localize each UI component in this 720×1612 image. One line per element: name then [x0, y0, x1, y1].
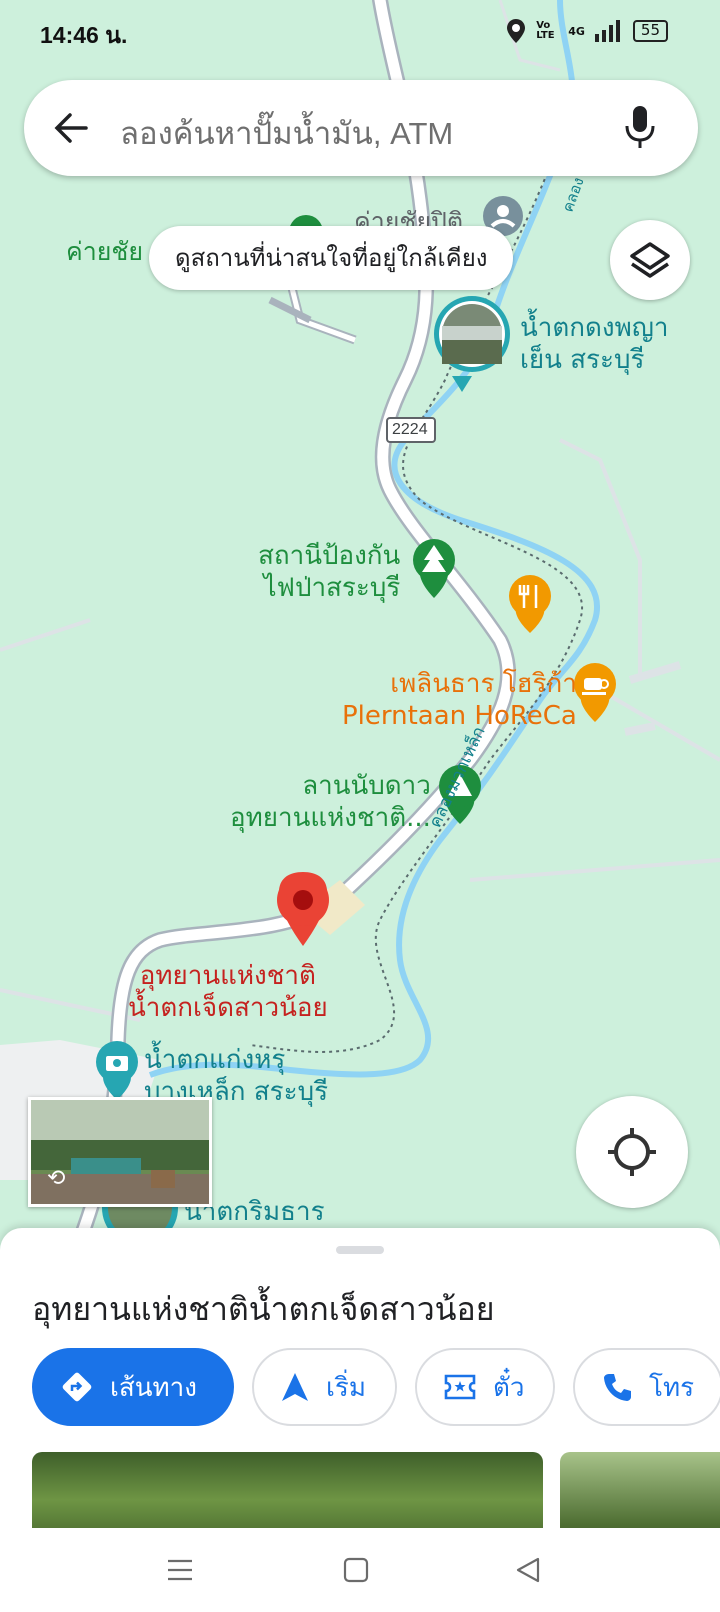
map-label-cafe-line1: เพลินธาร โฮริก้า — [390, 669, 577, 699]
status-bar: 14:46 น. Vo LTE 4G 55 — [0, 0, 720, 66]
phone-icon — [604, 1374, 631, 1401]
place-title: อุทยานแห่งชาติน้ำตกเจ็ดสาวน้อย — [32, 1290, 495, 1328]
street-view-thumbnail[interactable]: ⟲ — [28, 1097, 212, 1207]
map-graphics — [0, 0, 720, 1240]
directions-button[interactable]: เส้นทาง — [32, 1348, 234, 1426]
system-nav-bar — [0, 1528, 720, 1612]
search-bar[interactable]: ลองค้นหาปั๊มน้ำมัน, ATM — [24, 80, 698, 176]
map-label-campsite-line1: ลานนับดาว — [302, 771, 431, 801]
map-label-selected-line1: อุทยานแห่งชาติ — [139, 961, 316, 991]
sheet-drag-handle[interactable] — [336, 1246, 384, 1254]
place-photo[interactable] — [32, 1452, 543, 1528]
my-location-button[interactable] — [576, 1096, 688, 1208]
street-view-360-icon: ⟲ — [47, 1166, 66, 1191]
ticket-icon — [444, 1374, 476, 1400]
call-button[interactable]: โทร — [573, 1348, 720, 1426]
map-label-campsite-line2: อุทยานแห่งชาติ... — [230, 803, 431, 833]
action-buttons: เส้นทาง เริ่ม ตั๋ว โทร — [32, 1348, 720, 1426]
explore-nearby-chip[interactable]: ดูสถานที่น่าสนใจที่อยู่ใกล้เคียง — [149, 226, 514, 290]
place-photo[interactable] — [560, 1452, 720, 1528]
directions-icon — [62, 1372, 92, 1402]
battery-indicator: 55 — [632, 20, 668, 42]
map-label-fire-station-line1: สถานีป้องกัน — [258, 541, 401, 571]
back-icon[interactable] — [514, 1556, 542, 1584]
map-label-selected-place[interactable]: อุทยานแห่งชาติ น้ำตกเจ็ดสาวน้อย — [128, 960, 328, 1024]
map-canvas[interactable]: 2224 ค่ายชัย ค่ายชัยปิติ น้ำตกดงพญา เย็น… — [0, 0, 720, 1240]
navigation-arrow-icon — [282, 1373, 308, 1401]
map-label-campsite[interactable]: ลานนับดาว อุทยานแห่งชาติ... — [230, 770, 431, 834]
start-button[interactable]: เริ่ม — [252, 1348, 397, 1426]
place-bottom-sheet[interactable]: อุทยานแห่งชาติน้ำตกเจ็ดสาวน้อย เส้นทาง เ… — [0, 1228, 720, 1528]
map-label-camp-left[interactable]: ค่ายชัย — [66, 236, 143, 268]
network-indicator: 4G — [568, 24, 585, 38]
map-label-fire-station[interactable]: สถานีป้องกัน ไฟป่าสระบุรี — [258, 540, 400, 604]
search-input[interactable]: ลองค้นหาปั๊มน้ำมัน, ATM — [120, 108, 453, 158]
map-label-waterfall-dong[interactable]: น้ำตกดงพญา เย็น สระบุรี — [520, 312, 668, 376]
map-label-selected-line2: น้ำตกเจ็ดสาวน้อย — [128, 993, 328, 1023]
road-number-label: 2224 — [392, 421, 428, 438]
map-label-fire-station-line2: ไฟป่าสระบุรี — [263, 573, 401, 603]
map-label-waterfall-dong-line1: น้ำตกดงพญา — [520, 313, 669, 343]
map-label-cafe-line2: Plerntaan HoReCa — [342, 701, 577, 731]
tickets-label: ตั๋ว — [493, 1372, 525, 1403]
place-photos-strip[interactable] — [32, 1452, 720, 1528]
start-label: เริ่ม — [326, 1372, 366, 1403]
layers-icon — [630, 242, 670, 278]
volte-indicator: Vo LTE — [536, 20, 555, 41]
microphone-icon[interactable] — [622, 104, 658, 152]
call-label: โทร — [649, 1372, 695, 1403]
directions-label: เส้นทาง — [110, 1372, 197, 1403]
tickets-button[interactable]: ตั๋ว — [415, 1348, 555, 1426]
home-icon[interactable] — [342, 1556, 370, 1584]
status-icons: Vo LTE 4G 55 — [506, 18, 668, 44]
map-layers-button[interactable] — [610, 220, 690, 300]
signal-icon — [594, 20, 620, 42]
status-time: 14:46 น. — [40, 22, 128, 48]
map-label-waterfall-dong-line2: เย็น สระบุรี — [520, 345, 645, 375]
map-label-kaeng-line1: น้ำตกแก่งหรุ — [144, 1045, 286, 1075]
menu-icon[interactable] — [166, 1556, 194, 1584]
crosshair-icon — [608, 1128, 656, 1176]
map-label-cafe[interactable]: เพลินธาร โฮริก้า Plerntaan HoReCa — [342, 668, 577, 732]
back-arrow-icon[interactable] — [50, 106, 94, 150]
location-icon — [507, 19, 526, 43]
